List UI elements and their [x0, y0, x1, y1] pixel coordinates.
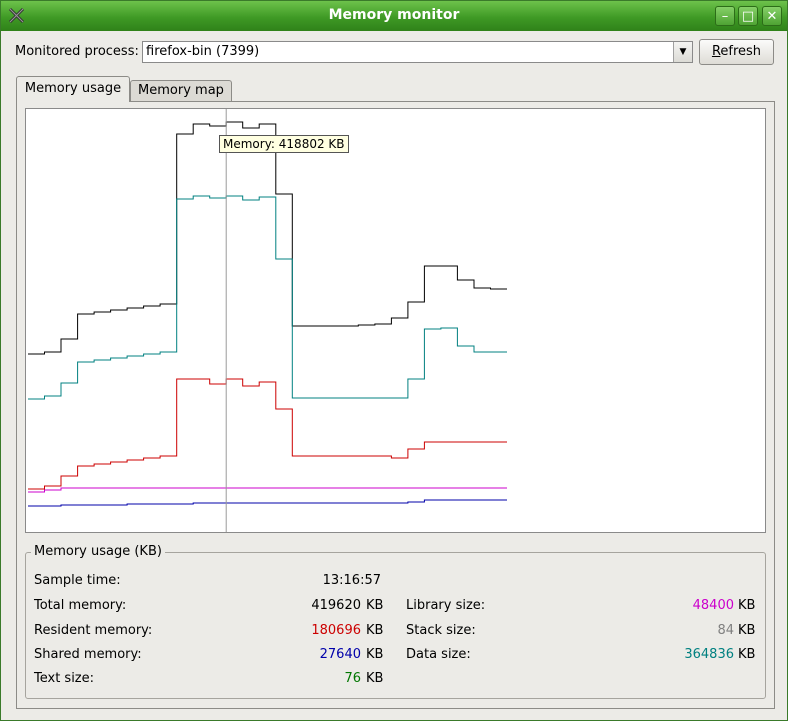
stat-value: 84 — [717, 623, 734, 638]
dropdown-arrow-icon[interactable]: ▼ — [673, 42, 692, 62]
minimize-button[interactable]: – — [715, 6, 735, 26]
memory-chart-svg — [28, 109, 507, 532]
tab-memory-map[interactable]: Memory map — [130, 80, 232, 102]
stat-value: 419620 — [311, 598, 361, 613]
memory-tooltip: Memory: 418802 KB — [219, 135, 349, 153]
stat-unit: KB — [738, 647, 756, 662]
memory-graph[interactable] — [25, 108, 766, 533]
minimize-icon: – — [721, 9, 729, 24]
stat-unit: KB — [366, 647, 384, 662]
stat-label: Text size: — [34, 671, 95, 686]
process-value: firefox-bin (7399) — [146, 44, 260, 59]
stat-label: Resident memory: — [34, 623, 153, 638]
stat-label: Shared memory: — [34, 647, 142, 662]
sample-time-value: 13:16:57 — [322, 573, 381, 588]
stat-value: 48400 — [692, 598, 734, 613]
series-line-resident — [28, 378, 507, 490]
series-line-total — [28, 121, 507, 355]
stat-value: 364836 — [684, 647, 734, 662]
stat-unit: KB — [366, 671, 384, 686]
sample-time-label: Sample time: — [34, 573, 121, 588]
series-line-shared — [28, 499, 507, 507]
tab-memory-usage[interactable]: Memory usage — [16, 76, 130, 102]
maximize-icon: □ — [741, 9, 755, 24]
process-combobox[interactable]: firefox-bin (7399) ▼ — [142, 41, 693, 63]
stat-label: Data size: — [406, 647, 471, 662]
maximize-button[interactable]: □ — [738, 6, 758, 26]
stat-value: 76 — [344, 671, 361, 686]
process-label: Monitored process: — [15, 44, 139, 59]
stat-unit: KB — [366, 598, 384, 613]
stat-value: 27640 — [319, 647, 361, 662]
refresh-label: efresh — [720, 44, 762, 59]
refresh-button[interactable]: Refresh — [699, 39, 774, 65]
stat-label: Stack size: — [406, 623, 476, 638]
title-bar[interactable]: Memory monitor – □ ✕ — [1, 1, 787, 31]
stat-value: 180696 — [311, 623, 361, 638]
memory-usage-legend: Memory usage (KB) — [31, 544, 165, 559]
stat-unit: KB — [738, 623, 756, 638]
stat-label: Total memory: — [34, 598, 127, 613]
series-line-library — [28, 487, 507, 493]
close-button[interactable]: ✕ — [762, 6, 782, 26]
series-line-data — [28, 195, 507, 400]
window-title: Memory monitor — [328, 7, 460, 23]
stat-label: Library size: — [406, 598, 486, 613]
stat-unit: KB — [366, 623, 384, 638]
stat-unit: KB — [738, 598, 756, 613]
close-icon: ✕ — [766, 9, 778, 24]
memory-monitor-window: Memory monitor – □ ✕ Monitored process: … — [0, 0, 788, 721]
